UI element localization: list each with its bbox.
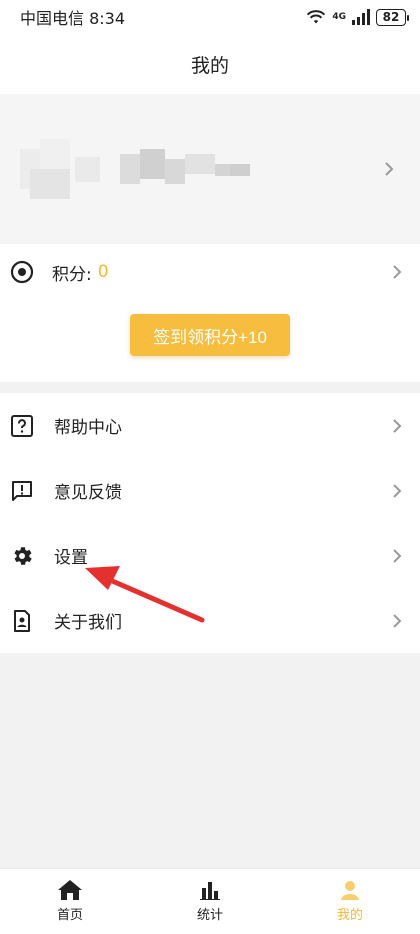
network-label: 4G [332, 11, 346, 22]
tab-label: 统计 [196, 908, 223, 923]
tab-label: 我的 [336, 908, 363, 923]
gear-icon [10, 544, 34, 568]
help-icon [10, 414, 34, 438]
avatar [20, 139, 100, 199]
points-value: 0 [97, 262, 109, 282]
home-icon [58, 880, 82, 900]
about-icon [10, 609, 34, 633]
signin-points-button[interactable]: 签到领积分+10 [130, 314, 290, 356]
menu-item-help[interactable]: 帮助中心 [0, 393, 420, 458]
status-icons: 4G 82 [306, 8, 409, 26]
profile-icon [341, 881, 359, 900]
chevron-right-icon [386, 545, 408, 567]
points-label: 积分: [52, 264, 92, 285]
points-row[interactable]: 积分: 0 [0, 244, 420, 300]
tab-home[interactable]: 首页 [0, 869, 140, 934]
battery-indicator: 82 [376, 8, 409, 26]
chevron-right-icon [386, 610, 408, 632]
page-title: 我的 [190, 54, 229, 77]
menu-item-about[interactable]: 关于我们 [0, 588, 420, 653]
bottom-tab-bar: 首页 统计 我的 [0, 868, 420, 934]
username-redacted [120, 149, 250, 189]
menu-item-label: 意见反馈 [54, 483, 122, 503]
page-header: 我的 [0, 34, 420, 94]
cellular-group: 4G [332, 11, 346, 22]
cellular-signal-icon [352, 9, 370, 25]
carrier-time: 中国电信 8:34 [20, 9, 126, 28]
wifi-icon [307, 10, 326, 24]
tab-profile[interactable]: 我的 [280, 869, 420, 934]
tab-label: 首页 [56, 908, 83, 923]
stats-icon [200, 882, 220, 900]
chevron-right-icon [386, 261, 408, 283]
chevron-right-icon [386, 415, 408, 437]
target-icon [10, 260, 34, 284]
menu-item-label: 帮助中心 [54, 418, 122, 438]
chevron-right-icon [378, 158, 400, 180]
points-card: 积分: 0 签到领积分+10 [0, 244, 420, 382]
tab-stats[interactable]: 统计 [140, 869, 280, 934]
menu-item-label: 关于我们 [54, 613, 122, 633]
status-bar: 中国电信 8:34 4G 82 [0, 0, 420, 34]
menu-list: 帮助中心 意见反馈 设置 关于我们 [0, 393, 420, 653]
feedback-icon [10, 479, 34, 503]
menu-item-feedback[interactable]: 意见反馈 [0, 458, 420, 523]
menu-item-label: 设置 [54, 548, 88, 568]
profile-card[interactable] [0, 94, 420, 244]
chevron-right-icon [386, 480, 408, 502]
menu-item-settings[interactable]: 设置 [0, 523, 420, 588]
